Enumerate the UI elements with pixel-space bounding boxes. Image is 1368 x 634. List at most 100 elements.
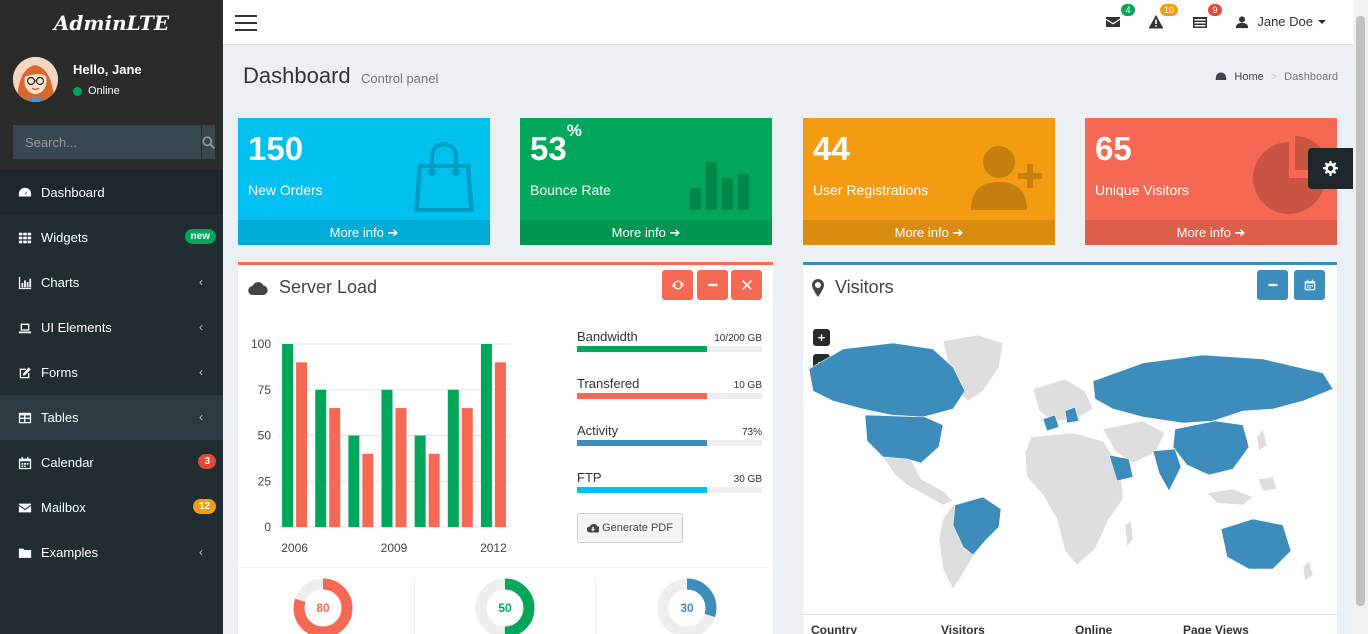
stat-label: Unique Visitors (1095, 182, 1189, 198)
breadcrumb-home-link[interactable]: Home (1234, 71, 1263, 83)
column-header-country[interactable]: Country (811, 623, 857, 634)
progress-fill (577, 440, 707, 446)
tasks-icon (1193, 17, 1207, 28)
tasks-menu[interactable]: 9 (1190, 4, 1222, 32)
knob-value: 30 (680, 601, 694, 615)
bar (362, 453, 374, 527)
column-header-page-views[interactable]: Page Views (1183, 623, 1249, 634)
y-tick-label: 25 (258, 474, 272, 488)
calendar-icon (1304, 279, 1315, 291)
chevron-left-icon: ‹ (199, 275, 203, 289)
progress-fill (577, 393, 707, 399)
search-box (13, 125, 215, 159)
knob-row: 80 50 30 (238, 567, 772, 634)
envelope-icon (1106, 17, 1120, 27)
sidebar-item-forms[interactable]: Forms ‹ (0, 350, 223, 395)
user-account-menu[interactable]: Jane Doe (1235, 14, 1326, 29)
bar (296, 362, 308, 527)
sidebar-item-label: Tables (41, 410, 79, 425)
user-menu-name: Jane Doe (1257, 14, 1313, 29)
page-title: Dashboard (243, 63, 351, 88)
x-tick-label: 2009 (381, 541, 408, 555)
stat-value: 53% (530, 121, 582, 167)
knob-value: 50 (498, 601, 512, 615)
column-header-visitors[interactable]: Visitors (941, 623, 985, 634)
dashboard-icon (18, 186, 32, 200)
refresh-button[interactable] (662, 270, 693, 300)
progress-fill (577, 346, 707, 352)
calendar-count-badge: 3 (198, 454, 216, 469)
sidebar-item-examples[interactable]: Examples ‹ (0, 530, 223, 575)
control-sidebar-toggle[interactable] (1308, 148, 1353, 189)
close-icon (741, 280, 752, 290)
scrollbar-thumb[interactable] (1356, 16, 1365, 606)
date-range-button[interactable] (1294, 270, 1325, 300)
progress-item: Transfered 10 GB (577, 376, 762, 399)
stat-box-unique-visitors: 65 Unique Visitors More info ➔ (1085, 118, 1337, 245)
progress-track (577, 440, 762, 446)
messages-menu[interactable]: 4 (1103, 4, 1135, 32)
stat-value: 150 (248, 130, 304, 167)
remove-button[interactable] (731, 270, 762, 300)
world-map[interactable] (803, 329, 1337, 589)
shopping-bag-icon (404, 134, 484, 214)
column-header-online[interactable]: Online (1075, 623, 1112, 634)
sidebar-item-charts[interactable]: Charts ‹ (0, 260, 223, 305)
generate-pdf-button[interactable]: Generate PDF (577, 513, 683, 543)
breadcrumb-current: Dashboard (1284, 71, 1338, 83)
collapse-button[interactable] (1257, 270, 1288, 300)
sidebar-item-dashboard[interactable]: Dashboard (0, 170, 223, 215)
more-info-link[interactable]: More info ➔ (520, 220, 772, 245)
sidebar-toggle-icon[interactable] (235, 15, 257, 31)
stat-value: 65 (1095, 130, 1132, 167)
more-info-link[interactable]: More info ➔ (803, 220, 1055, 245)
bar (315, 389, 327, 527)
sidebar-item-widgets[interactable]: Widgets new (0, 215, 223, 260)
knob-value: 80 (316, 601, 330, 615)
progress-label: Activity (577, 423, 619, 438)
th-icon (18, 231, 32, 245)
bar (348, 435, 360, 527)
user-status: Online (73, 85, 120, 97)
knob-dial[interactable]: 30 (657, 578, 717, 634)
sidebar-item-label: UI Elements (41, 320, 112, 335)
page-scrollbar[interactable] (1353, 0, 1368, 634)
progress-label: Bandwidth (577, 329, 638, 344)
cloud-download-icon (587, 523, 600, 533)
y-tick-label: 100 (251, 337, 271, 351)
bar-chart-icon (18, 276, 32, 290)
sidebar-item-mailbox[interactable]: Mailbox 12 (0, 485, 223, 530)
stat-label: User Registrations (813, 182, 929, 198)
sidebar-item-label: Examples (41, 545, 99, 560)
sidebar-search-input[interactable] (13, 125, 201, 159)
more-info-link[interactable]: More info ➔ (1085, 220, 1337, 245)
brand-logo[interactable]: AdminLTE (0, 0, 223, 45)
dashboard-icon (1216, 72, 1227, 80)
chevron-left-icon: ‹ (199, 320, 203, 334)
minus-icon (708, 283, 717, 287)
progress-track (577, 346, 762, 352)
online-status-icon (73, 86, 82, 96)
arrow-circle-right-icon: ➔ (952, 225, 964, 240)
notifications-menu[interactable]: 10 (1146, 4, 1178, 32)
sidebar-item-calendar[interactable]: Calendar 3 (0, 440, 223, 485)
progress-track (577, 393, 762, 399)
sidebar-item-tables[interactable]: Tables ‹ (0, 395, 223, 440)
chevron-left-icon: ‹ (199, 410, 203, 424)
server-load-box: Server Load 0 25 50 75 100 2006 2009 2012 Bandw… (238, 262, 773, 634)
progress-value: 10 GB (733, 380, 762, 391)
search-button[interactable] (201, 125, 215, 159)
more-info-link[interactable]: More info ➔ (238, 220, 490, 245)
bar (329, 408, 341, 527)
collapse-button[interactable] (697, 270, 728, 300)
progress-fill (577, 487, 707, 493)
sidebar-item-ui-elements[interactable]: UI Elements ‹ (0, 305, 223, 350)
mailbox-count-badge: 12 (192, 499, 216, 514)
bar (395, 408, 407, 527)
user-avatar (13, 57, 58, 102)
knob-dial[interactable]: 80 (293, 578, 353, 634)
sidebar-item-label: Charts (41, 275, 80, 290)
edit-icon (18, 366, 32, 380)
messages-count-badge: 4 (1121, 4, 1135, 16)
knob-dial[interactable]: 50 (475, 578, 535, 634)
